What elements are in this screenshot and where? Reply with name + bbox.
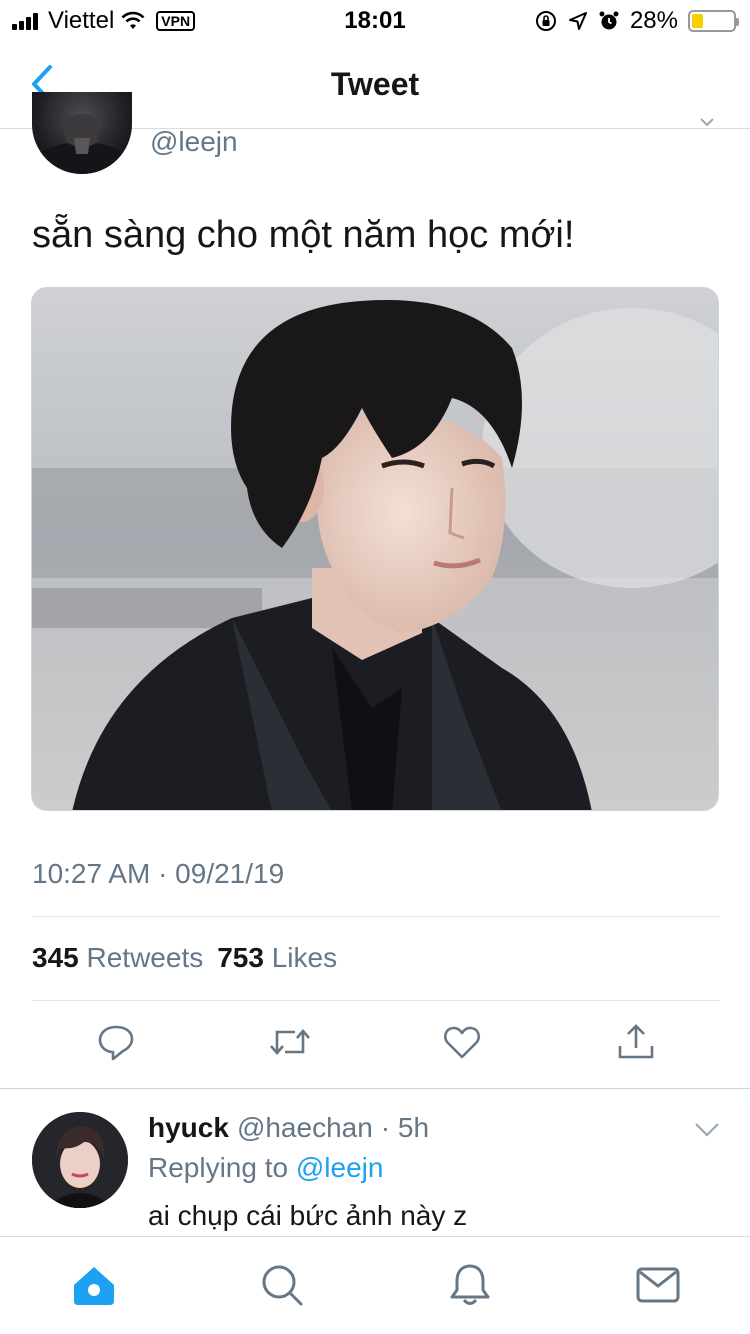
tweet-photo [32, 288, 718, 810]
divider [32, 1000, 720, 1001]
retweet-button[interactable] [268, 1020, 312, 1064]
chevron-down-icon[interactable] [700, 118, 714, 128]
battery-percent: 28% [629, 7, 678, 34]
reply-button[interactable] [94, 1020, 138, 1064]
reply-icon [98, 1025, 134, 1061]
tab-search[interactable] [258, 1261, 306, 1309]
orientation-lock-icon [535, 11, 556, 31]
reply-tweet[interactable]: hyuck @haechan · 5h Replying to @leejn a… [0, 1090, 750, 1240]
home-icon [74, 1267, 114, 1305]
reply-handle[interactable]: @haechan [237, 1112, 373, 1144]
tweet-image[interactable] [31, 287, 719, 811]
tweet-actions [32, 1020, 720, 1070]
avatar-image [40, 114, 124, 174]
retweet-icon [270, 1029, 310, 1055]
like-icon [443, 1026, 481, 1059]
tweet-text: sẵn sàng cho một năm học mới! [32, 214, 575, 256]
reply-header: hyuck @haechan · 5h [148, 1112, 429, 1144]
avatar-image [32, 1112, 128, 1208]
reply-text: ai chụp cái bức ảnh này z [148, 1200, 468, 1231]
search-icon [262, 1265, 303, 1306]
status-right: 28% [534, 7, 739, 35]
tweet-timestamp: 10:27 AM · 09/21/19 [32, 858, 285, 889]
replying-mention-link[interactable]: @leejn [296, 1152, 384, 1183]
alarm-icon [599, 11, 619, 30]
status-bar: Viettel VPN 18:01 28% [0, 0, 750, 40]
divider [32, 916, 720, 917]
share-icon [618, 1024, 654, 1059]
tab-messages[interactable] [634, 1261, 682, 1309]
tab-notifications[interactable] [446, 1261, 494, 1309]
tweet-handle[interactable]: @leejn [150, 126, 238, 158]
retweets-label: Retweets [86, 942, 204, 973]
avatar[interactable] [32, 1112, 128, 1208]
chevron-down-icon[interactable] [694, 1122, 720, 1138]
likes-stat[interactable]: 753 Likes [217, 942, 337, 974]
replying-to: Replying to @leejn [148, 1152, 383, 1184]
retweets-stat[interactable]: 345 Retweets [32, 942, 203, 974]
replying-prefix: Replying to [148, 1152, 289, 1183]
like-button[interactable] [440, 1020, 484, 1064]
tweet-stats: 345 Retweets 753 Likes [32, 942, 337, 974]
battery-level [692, 14, 704, 28]
section-divider [0, 1088, 750, 1089]
tab-bar [0, 1236, 750, 1334]
tab-home[interactable] [70, 1261, 118, 1309]
reply-time: · 5h [380, 1112, 430, 1143]
retweets-count: 345 [32, 942, 79, 973]
likes-label: Likes [271, 942, 338, 973]
location-icon [568, 12, 587, 30]
battery-icon [688, 10, 739, 32]
share-button[interactable] [614, 1020, 658, 1064]
likes-count: 753 [217, 942, 264, 973]
avatar[interactable] [32, 92, 132, 174]
reply-display-name[interactable]: hyuck [148, 1112, 229, 1144]
messages-icon [636, 1267, 680, 1303]
notifications-icon [450, 1264, 490, 1305]
